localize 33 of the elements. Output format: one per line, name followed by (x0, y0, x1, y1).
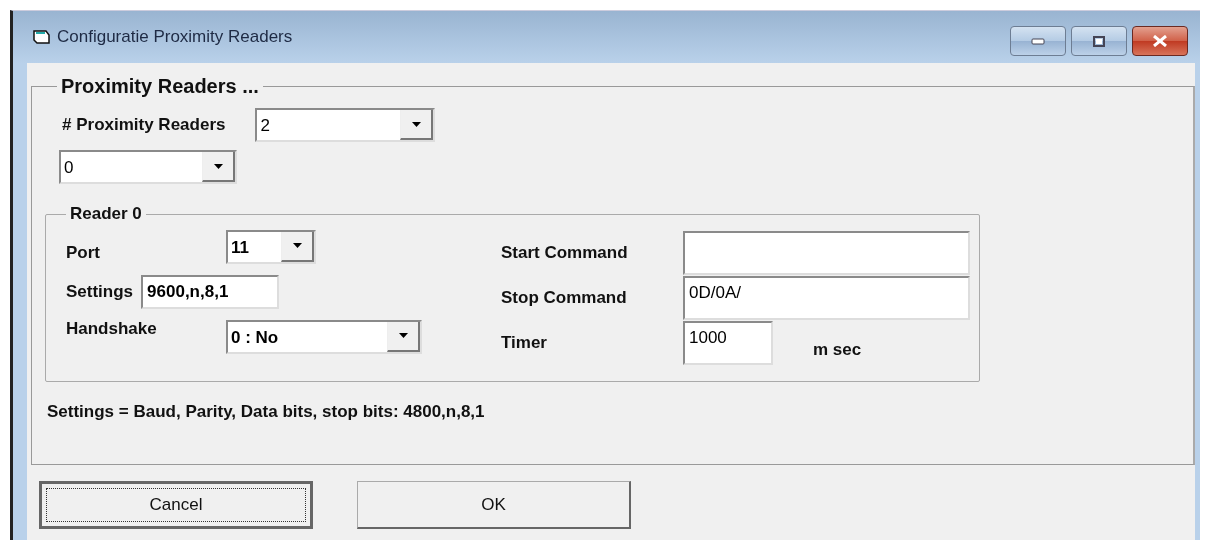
maximize-icon (1093, 35, 1105, 47)
close-button[interactable] (1132, 26, 1188, 56)
input-field[interactable]: 0D/0A/ (683, 275, 970, 320)
dialog-button[interactable]: OK (357, 481, 631, 529)
window-title: Configuratie Proximity Readers (57, 27, 294, 47)
caret-icon (213, 163, 223, 169)
dropdown[interactable]: 2 (255, 108, 436, 142)
field-label: # Proximity Readers (62, 115, 226, 135)
dropdown[interactable]: 11 (226, 229, 316, 264)
caret-icon (411, 121, 421, 127)
dropdown[interactable]: 0 (59, 150, 237, 184)
input-field[interactable] (683, 230, 970, 275)
field-label: Port (66, 242, 101, 263)
field-label: Timer (501, 332, 548, 353)
minimize-button[interactable] (1010, 26, 1066, 56)
group-title: Reader 0 (69, 204, 143, 224)
close-icon (1152, 35, 1168, 47)
input-field[interactable]: 1000 (683, 320, 773, 365)
minimize-icon (1031, 37, 1045, 45)
caret-icon (292, 243, 302, 248)
caret-icon (398, 333, 408, 338)
input-field[interactable]: 9600,n,8,1 (141, 274, 280, 309)
hint-text: Settings = Baud, Parity, Data bits, stop bits: 4800,n,8,1 (47, 402, 486, 422)
field-label: Start Command (501, 242, 629, 263)
maximize-button[interactable] (1071, 26, 1127, 56)
unit-label: m sec (813, 339, 862, 360)
window-icon (33, 29, 51, 45)
field-label: Handshake (66, 318, 158, 339)
field-label: Stop Command (501, 287, 628, 308)
dialog-button[interactable]: Cancel (39, 481, 313, 529)
field-label: Settings (66, 281, 134, 302)
dropdown[interactable]: 0 : No (226, 319, 422, 354)
group-title: Proximity Readers ... (60, 75, 260, 98)
